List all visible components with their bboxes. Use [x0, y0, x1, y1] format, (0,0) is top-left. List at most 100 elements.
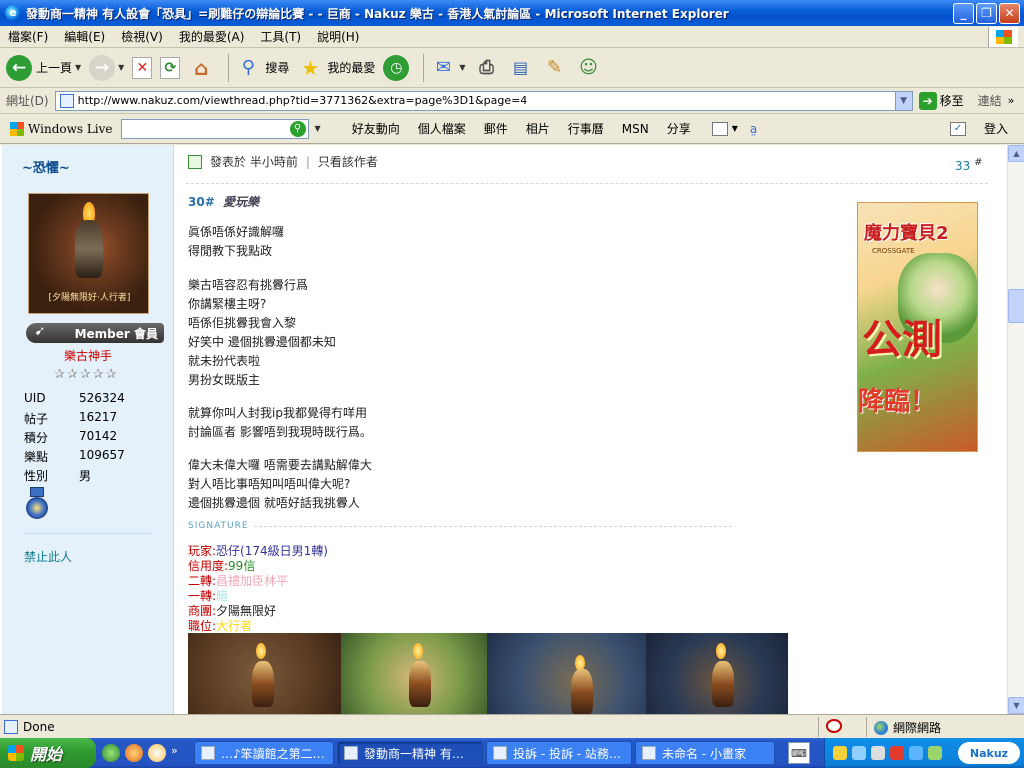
scroll-up-icon[interactable]: ▲: [1008, 145, 1024, 162]
close-button[interactable]: ✕: [999, 2, 1020, 24]
avatar[interactable]: [夕陽無限好·人行者]: [28, 193, 149, 314]
author-only-link[interactable]: 只看該作者: [318, 153, 378, 170]
medal-icon[interactable]: [26, 487, 48, 523]
maximize-button[interactable]: ❐: [976, 2, 997, 24]
sync-icon[interactable]: [909, 746, 923, 760]
minimize-button[interactable]: _: [953, 2, 974, 24]
menu-edit[interactable]: 編輯(E): [56, 28, 113, 45]
taskbar-item-active[interactable]: 發動商一精神 有…: [337, 741, 483, 765]
popup-blocked-icon[interactable]: [826, 719, 842, 733]
edit-button[interactable]: ▤: [508, 55, 534, 81]
taskbar-item[interactable]: …♪笨讀館之第二…: [194, 741, 334, 765]
ad-title: 魔力寶貝2: [864, 223, 949, 244]
title-bar: e 發動商一精神 有人設會「恐具」=刷難仔の辯論比賽 - - 巨商 - Naku…: [0, 0, 1024, 26]
post-divider: [186, 183, 988, 184]
nakuz-logo[interactable]: Nakuz: [958, 742, 1020, 764]
game-screenshot[interactable]: [341, 633, 487, 714]
search-button[interactable]: ⚲ 搜尋: [235, 55, 290, 81]
windows-live-logo-icon: [10, 121, 24, 136]
live-link-share[interactable]: 分享: [658, 120, 700, 137]
advertisement-banner[interactable]: 魔力寶貝2 CROSSGATE 公測 降臨！: [857, 202, 978, 452]
taskbar-item[interactable]: 投訴 - 投訴 - 站務…: [486, 741, 632, 765]
avatar-caption: [夕陽無限好·人行者]: [48, 293, 131, 303]
address-input[interactable]: http://www.nakuz.com/viewthread.php?tid=…: [54, 90, 913, 111]
author-username[interactable]: ~恐懼~: [22, 157, 70, 176]
page-icon: [59, 93, 74, 108]
checkbox-icon[interactable]: ✓: [950, 121, 966, 136]
sign-in-link[interactable]: 登入: [984, 120, 1008, 137]
forward-button[interactable]: → ▼: [89, 54, 124, 81]
game-screenshot[interactable]: [646, 633, 788, 714]
shield-icon[interactable]: [833, 746, 847, 760]
live-link-profile[interactable]: 個人檔案: [409, 120, 475, 137]
update-icon[interactable]: [928, 746, 942, 760]
security-zone[interactable]: 網際網路: [874, 719, 941, 736]
live-link-mail[interactable]: 郵件: [475, 120, 517, 137]
printer-icon: ⎙: [479, 57, 494, 78]
window-icon[interactable]: [711, 121, 728, 136]
messenger-icon[interactable]: [148, 744, 166, 762]
scroll-down-icon[interactable]: ▼: [1008, 697, 1024, 714]
system-tray: Nakuz: [824, 738, 1024, 768]
chevron-right-icon[interactable]: »: [1008, 94, 1015, 107]
stop-button[interactable]: ✕: [132, 56, 153, 79]
live-link-photos[interactable]: 相片: [517, 120, 559, 137]
star-icon: ★: [301, 55, 320, 80]
signature-screenshots: [188, 633, 788, 714]
ad-headline: 公測: [862, 317, 942, 363]
scrollbar-thumb[interactable]: [1008, 289, 1024, 323]
ban-user-link[interactable]: 禁止此人: [24, 548, 72, 565]
translate-icon[interactable]: a̤: [750, 122, 757, 136]
favorites-button[interactable]: ★ 我的最愛: [297, 55, 375, 81]
online-status-icon: [188, 154, 202, 169]
quick-launch-chevron-icon[interactable]: »: [171, 744, 189, 762]
go-button[interactable]: ➔ 移至: [918, 91, 964, 110]
mail-dropdown-icon[interactable]: ▼: [459, 63, 465, 72]
live-search-icon[interactable]: ⚲: [289, 120, 306, 137]
menu-file[interactable]: 檔案(F): [0, 28, 56, 45]
refresh-button[interactable]: ⟳: [160, 56, 181, 79]
history-button[interactable]: ◷: [383, 54, 410, 81]
back-dropdown-icon[interactable]: ▼: [75, 63, 81, 72]
language-bar-icon[interactable]: ⌨: [788, 742, 810, 764]
antivirus-icon[interactable]: [890, 746, 904, 760]
menu-help[interactable]: 說明(H): [309, 28, 367, 45]
ad-subtitle: CROSSGATE: [872, 247, 915, 255]
live-search-dropdown-icon[interactable]: ▼: [315, 124, 321, 133]
network-icon[interactable]: [852, 746, 866, 760]
print-button[interactable]: ⎙: [474, 55, 500, 81]
start-button[interactable]: 開始: [0, 738, 96, 768]
ad-tagline: 降臨！: [858, 387, 937, 417]
address-label: 網址(D): [6, 94, 49, 108]
back-button[interactable]: ← 上一頁 ▼: [6, 54, 81, 81]
post-line: 就算你叫人封我ip我都覺得冇咩用: [188, 406, 367, 420]
browser-icon[interactable]: [102, 744, 120, 762]
window-dropdown-icon[interactable]: ▼: [732, 124, 738, 133]
post-line: 唔係佢挑釁我會入黎: [188, 316, 297, 330]
live-link-friends[interactable]: 好友動向: [343, 120, 409, 137]
live-link-msn[interactable]: MSN: [613, 122, 658, 136]
menu-view[interactable]: 檢視(V): [113, 28, 171, 45]
address-dropdown-icon[interactable]: ▼: [894, 91, 912, 110]
user-rank: 樂古神手: [63, 349, 112, 363]
game-screenshot[interactable]: [188, 633, 341, 714]
signature-row: 職位:大行者: [188, 619, 253, 633]
game-screenshot[interactable]: [487, 633, 646, 714]
taskbar-item[interactable]: 未命名 - 小畫家: [635, 741, 775, 765]
home-button[interactable]: ⌂: [188, 55, 214, 81]
mail-button[interactable]: ✉ ▼: [430, 55, 466, 81]
forward-dropdown-icon[interactable]: ▼: [118, 63, 124, 72]
volume-icon[interactable]: [871, 746, 885, 760]
links-label[interactable]: 連結: [978, 92, 1002, 109]
discuss-button[interactable]: ✎: [542, 55, 568, 81]
vertical-scrollbar[interactable]: ▲ ▼: [1007, 145, 1024, 714]
menu-tools[interactable]: 工具(T): [252, 28, 309, 45]
post-floor[interactable]: 33 #: [955, 157, 983, 173]
messenger-button[interactable]: ☺: [576, 55, 602, 81]
post-line: 就未扮代表啦: [188, 354, 261, 368]
menu-favorites[interactable]: 我的最愛(A): [171, 28, 253, 45]
live-search-input[interactable]: ⚲: [120, 118, 309, 139]
post-line: 偉大未偉大囉 唔需要去講點解偉大: [188, 458, 372, 472]
firefox-icon[interactable]: [125, 744, 143, 762]
live-link-calendar[interactable]: 行事曆: [559, 120, 613, 137]
